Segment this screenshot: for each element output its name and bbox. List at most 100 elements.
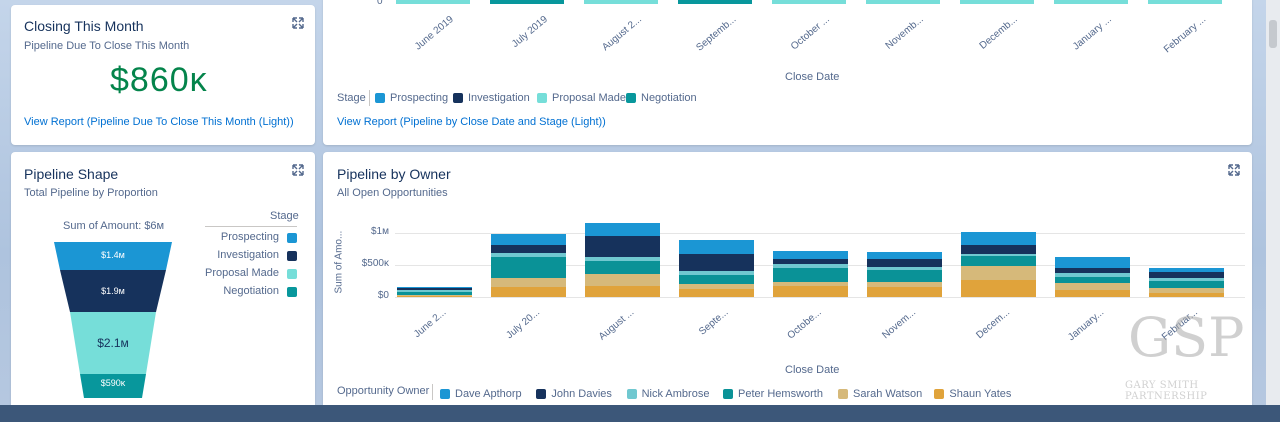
bar-segment[interactable] <box>585 222 660 236</box>
legend-item-negotiation[interactable]: Negotiation <box>626 92 697 104</box>
bar-segment[interactable] <box>1149 281 1224 289</box>
top-bar-segment <box>1148 0 1222 4</box>
bar-segment[interactable] <box>773 281 848 286</box>
bar-segment[interactable] <box>867 282 942 287</box>
expand-icon[interactable] <box>292 17 304 29</box>
bar-segment[interactable] <box>1055 289 1130 297</box>
gridline <box>395 297 1245 298</box>
bar-segment[interactable] <box>397 288 472 291</box>
y-axis-zero-tick: 0 <box>377 0 383 7</box>
scrollbar-thumb[interactable] <box>1269 20 1277 48</box>
legend-label: Peter Hemsworth <box>738 388 823 400</box>
legend-item-peter-hemsworth[interactable]: Peter Hemsworth <box>723 388 823 400</box>
bar-segment[interactable] <box>679 289 754 297</box>
view-report-link[interactable]: View Report (Pipeline Due To Close This … <box>24 116 294 128</box>
legend-label: Nick Ambrose <box>641 388 710 400</box>
bar-segment[interactable] <box>867 286 942 297</box>
bar-segment[interactable] <box>397 294 472 297</box>
legend-item-sarah-watson[interactable]: Sarah Watson <box>838 388 922 400</box>
legend-label-prospecting: Prospecting <box>220 231 279 243</box>
view-report-link[interactable]: View Report (Pipeline by Close Date and … <box>337 116 606 128</box>
legend-swatch <box>537 93 547 103</box>
bar-segment[interactable] <box>1149 277 1224 282</box>
legend-item-proposal-made[interactable]: Proposal Made <box>537 92 626 104</box>
bar-segment[interactable] <box>867 267 942 270</box>
y-tick-label: $0 <box>377 290 389 301</box>
expand-icon[interactable] <box>292 164 304 176</box>
legend-swatch <box>626 93 636 103</box>
bar-segment[interactable] <box>679 274 754 285</box>
x-tick-label: Septe... <box>696 307 731 338</box>
scrollbar[interactable] <box>1266 0 1280 405</box>
x-tick-label: Decemb... <box>978 14 1021 52</box>
bar-segment[interactable] <box>867 252 942 259</box>
bar-segment[interactable] <box>961 280 1036 297</box>
bar-segment[interactable] <box>1055 282 1130 290</box>
bar-segment[interactable] <box>491 252 566 257</box>
bar-segment[interactable] <box>1149 293 1224 297</box>
bar-segment[interactable] <box>867 258 942 267</box>
funnel-sum-label: Sum of Amount: $6ᴍ <box>63 220 165 232</box>
bar-segment[interactable] <box>585 274 660 287</box>
pipeline-by-owner-card: Pipeline by Owner All Open Opportunities… <box>323 152 1252 412</box>
legend-label: Dave Apthorp <box>455 388 522 400</box>
bar-segment[interactable] <box>1055 273 1130 277</box>
bar-segment[interactable] <box>679 270 754 275</box>
x-tick-label: Octobe... <box>785 307 825 342</box>
legend-item-shaun-yates[interactable]: Shaun Yates <box>934 388 1011 400</box>
bar-segment[interactable] <box>1149 272 1224 278</box>
bar-segment[interactable] <box>585 257 660 261</box>
bar-segment[interactable] <box>397 286 472 289</box>
bar-segment[interactable] <box>773 264 848 269</box>
bar-segment[interactable] <box>491 245 566 253</box>
bar-segment[interactable] <box>585 235 660 258</box>
x-tick-label: October ... <box>789 14 833 53</box>
bar-segment[interactable] <box>491 233 566 246</box>
legend-item-nick-ambrose[interactable]: Nick Ambrose <box>626 388 710 400</box>
expand-icon[interactable] <box>1228 164 1240 176</box>
bar-segment[interactable] <box>679 254 754 271</box>
bar-segment[interactable] <box>491 256 566 278</box>
bar-segment[interactable] <box>1055 268 1130 274</box>
bar-segment[interactable] <box>961 265 1036 281</box>
bar-segment[interactable] <box>867 269 942 283</box>
bar-segment[interactable] <box>773 285 848 297</box>
funnel-value-prospecting: $1.4ᴍ <box>101 250 125 260</box>
bar-segment[interactable] <box>961 231 1036 246</box>
top-bar-segment <box>678 0 752 4</box>
top-bar-segment <box>1054 0 1128 4</box>
legend-swatch <box>934 389 945 399</box>
bar-segment[interactable] <box>773 268 848 282</box>
bar-segment[interactable] <box>585 286 660 297</box>
legend-label: John Davies <box>551 388 612 400</box>
x-tick-label: Novemb... <box>884 14 927 52</box>
bar-segment[interactable] <box>491 277 566 287</box>
bar-segment[interactable] <box>961 245 1036 255</box>
x-tick-label: June 2019 <box>413 14 457 53</box>
bar-segment[interactable] <box>1149 267 1224 273</box>
legend-swatch <box>375 93 385 103</box>
bar-segment[interactable] <box>773 251 848 259</box>
top-bar-segment <box>960 0 1034 4</box>
gsp-caption: GARY SMITH PARTNERSHIP <box>1125 380 1208 402</box>
bar-segment[interactable] <box>773 258 848 265</box>
bar-segment[interactable] <box>397 296 472 297</box>
bar-segment[interactable] <box>961 256 1036 266</box>
bar-segment[interactable] <box>1055 257 1130 269</box>
bar-segment[interactable] <box>961 254 1036 257</box>
bar-segment[interactable] <box>397 291 472 295</box>
bar-segment[interactable] <box>1149 288 1224 294</box>
legend-item-john-davies[interactable]: John Davies <box>536 388 612 400</box>
bar-segment[interactable] <box>679 239 754 255</box>
legend-separator <box>369 90 370 106</box>
legend-item-dave-apthorp[interactable]: Dave Apthorp <box>440 388 522 400</box>
bar-segment[interactable] <box>397 290 472 292</box>
bar-segment[interactable] <box>585 260 660 275</box>
card-title: Pipeline by Owner <box>337 166 451 182</box>
legend-swatch <box>287 269 297 279</box>
bar-segment[interactable] <box>491 286 566 297</box>
legend-item-investigation[interactable]: Investigation <box>453 92 530 104</box>
bar-segment[interactable] <box>1055 276 1130 283</box>
bar-segment[interactable] <box>679 284 754 290</box>
legend-item-prospecting[interactable]: Prospecting <box>375 92 448 104</box>
